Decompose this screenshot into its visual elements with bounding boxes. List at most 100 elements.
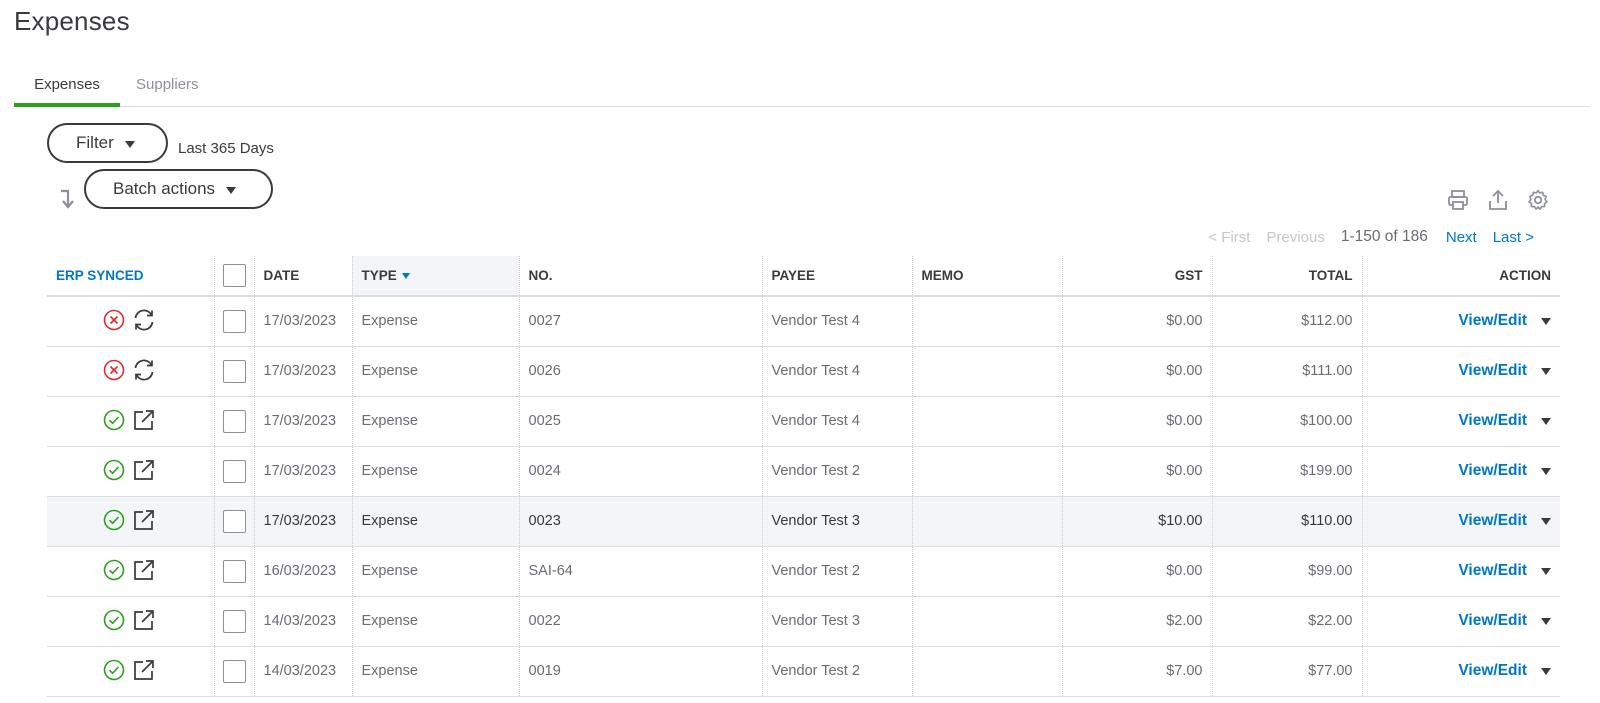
export-icon[interactable]: [1486, 188, 1510, 212]
col-header-type-label: TYPE: [361, 268, 397, 283]
view-edit-link[interactable]: View/Edit: [1458, 562, 1527, 579]
sync-success-icon: [103, 659, 125, 681]
view-edit-link[interactable]: View/Edit: [1458, 312, 1527, 329]
table-row[interactable]: 16/03/2023 Expense SAI-64 Vendor Test 2 $0.0…: [47, 546, 1560, 597]
chevron-down-icon[interactable]: [1541, 617, 1551, 625]
chevron-down-icon[interactable]: [1541, 467, 1551, 475]
view-edit-link[interactable]: View/Edit: [1458, 512, 1527, 529]
erp-status-cell: [47, 346, 214, 397]
chevron-down-icon[interactable]: [1541, 667, 1551, 675]
chevron-down-icon[interactable]: [1541, 517, 1551, 525]
cell-action: View/Edit: [1361, 296, 1560, 347]
col-header-payee[interactable]: PAYEE: [761, 256, 912, 297]
row-checkbox[interactable]: [222, 409, 246, 433]
row-checkbox[interactable]: [222, 309, 246, 333]
cell-memo: [911, 446, 1062, 497]
col-header-memo[interactable]: MEMO: [911, 256, 1062, 297]
cell-gst: $0.00: [1061, 546, 1212, 597]
chevron-down-icon[interactable]: [1541, 317, 1551, 325]
view-edit-link[interactable]: View/Edit: [1458, 462, 1527, 479]
row-checkbox[interactable]: [222, 609, 246, 633]
refresh-icon[interactable]: [131, 357, 157, 383]
external-link-icon[interactable]: [131, 657, 157, 683]
cell-date: 17/03/2023: [253, 296, 352, 347]
view-edit-link[interactable]: View/Edit: [1458, 662, 1527, 679]
view-edit-link[interactable]: View/Edit: [1458, 362, 1527, 379]
col-header-date[interactable]: DATE: [253, 256, 352, 297]
external-link-icon[interactable]: [131, 507, 157, 533]
chevron-down-icon[interactable]: [1541, 367, 1551, 375]
tab-expenses-label: Expenses: [34, 76, 100, 93]
cell-date: 17/03/2023: [253, 446, 352, 497]
chevron-down-icon: [226, 186, 237, 194]
cell-total: $22.00: [1211, 596, 1362, 647]
cell-action: View/Edit: [1361, 396, 1560, 447]
sort-arrow-icon[interactable]: [58, 188, 78, 210]
cell-action: View/Edit: [1361, 546, 1560, 597]
cell-gst: $0.00: [1061, 346, 1212, 397]
cell-memo: [911, 496, 1062, 547]
cell-type: Expense: [351, 546, 519, 597]
pager-last[interactable]: Last >: [1493, 229, 1534, 246]
row-checkbox[interactable]: [222, 559, 246, 583]
row-checkbox[interactable]: [222, 659, 246, 683]
cell-action: View/Edit: [1361, 596, 1560, 647]
cell-type: Expense: [351, 396, 519, 447]
view-edit-link[interactable]: View/Edit: [1458, 612, 1527, 629]
col-header-erp-synced[interactable]: ERP SYNCED: [47, 256, 214, 297]
cell-date: 14/03/2023: [253, 596, 352, 647]
col-header-no[interactable]: NO.: [518, 256, 762, 297]
table-row[interactable]: 17/03/2023 Expense 0023 Vendor Test 3 $10.00…: [47, 496, 1560, 547]
cell-no: 0027: [518, 296, 762, 347]
select-all-checkbox[interactable]: [222, 264, 246, 287]
erp-status-cell: [47, 546, 214, 597]
row-checkbox[interactable]: [222, 459, 246, 483]
table-row[interactable]: 17/03/2023 Expense 0027 Vendor Test 4 $0.00 $…: [47, 296, 1560, 347]
table-row[interactable]: 17/03/2023 Expense 0024 Vendor Test 2 $0.00 $…: [47, 446, 1560, 497]
erp-status-cell: [47, 646, 214, 697]
external-link-icon[interactable]: [131, 607, 157, 633]
table-row[interactable]: 14/03/2023 Expense 0019 Vendor Test 2 $7.00 $…: [47, 646, 1560, 697]
cell-no: SAI-64: [518, 546, 762, 597]
cell-total: $77.00: [1211, 646, 1362, 697]
external-link-icon[interactable]: [131, 407, 157, 433]
print-icon[interactable]: [1446, 188, 1470, 212]
settings-icon[interactable]: [1526, 188, 1550, 212]
cell-type: Expense: [351, 496, 519, 547]
table-row[interactable]: 17/03/2023 Expense 0026 Vendor Test 4 $0.00 $…: [47, 346, 1560, 397]
cell-date: 14/03/2023: [253, 646, 352, 697]
external-link-icon[interactable]: [131, 457, 157, 483]
cell-no: 0025: [518, 396, 762, 447]
row-select-cell: [213, 646, 254, 697]
col-header-total[interactable]: TOTAL: [1211, 256, 1362, 297]
tab-bar: Expenses Suppliers: [14, 74, 1590, 107]
cell-total: $100.00: [1211, 396, 1362, 447]
external-link-icon[interactable]: [131, 557, 157, 583]
pager-next[interactable]: Next: [1446, 229, 1477, 246]
cell-no: 0022: [518, 596, 762, 647]
batch-actions-button[interactable]: Batch actions: [84, 169, 273, 209]
chevron-down-icon: [124, 140, 135, 148]
col-header-gst[interactable]: GST: [1061, 256, 1212, 297]
cell-total: $111.00: [1211, 346, 1362, 397]
filter-button[interactable]: Filter: [47, 123, 168, 163]
row-checkbox[interactable]: [222, 509, 246, 533]
tab-expenses[interactable]: Expenses: [14, 74, 120, 107]
chevron-down-icon[interactable]: [1541, 567, 1551, 575]
cell-memo: [911, 296, 1062, 347]
cell-gst: $0.00: [1061, 446, 1212, 497]
cell-date: 17/03/2023: [253, 396, 352, 447]
pagination: < First Previous 1-150 of 186 Next Last …: [1208, 228, 1534, 246]
tab-suppliers[interactable]: Suppliers: [136, 74, 199, 107]
row-checkbox[interactable]: [222, 359, 246, 383]
row-select-cell: [213, 596, 254, 647]
refresh-icon[interactable]: [131, 307, 157, 333]
erp-status-cell: [47, 596, 214, 647]
table-row[interactable]: 17/03/2023 Expense 0025 Vendor Test 4 $0.00 $…: [47, 396, 1560, 447]
cell-action: View/Edit: [1361, 646, 1560, 697]
col-header-type[interactable]: TYPE: [351, 256, 519, 297]
chevron-down-icon[interactable]: [1541, 417, 1551, 425]
pager-first: < First: [1208, 228, 1251, 246]
view-edit-link[interactable]: View/Edit: [1458, 412, 1527, 429]
table-row[interactable]: 14/03/2023 Expense 0022 Vendor Test 3 $2.00 $…: [47, 596, 1560, 647]
